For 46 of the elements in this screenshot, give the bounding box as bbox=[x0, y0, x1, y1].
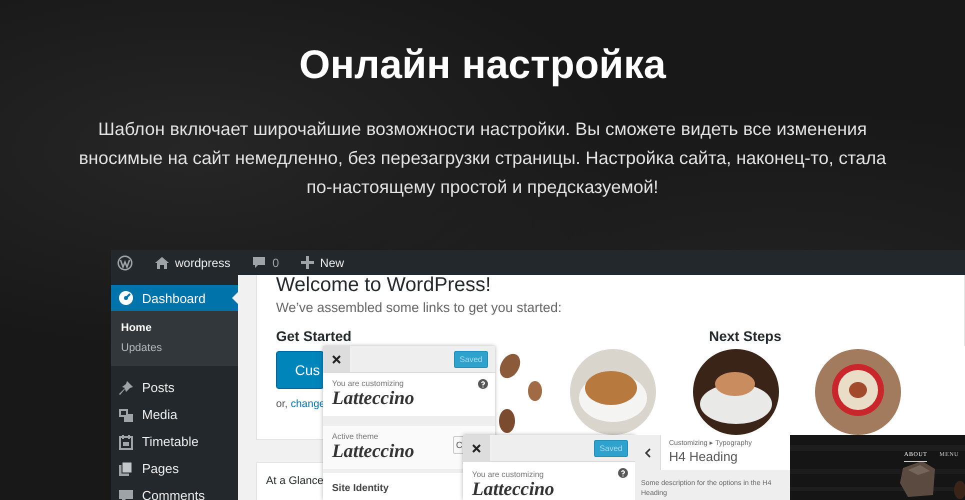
pages-icon bbox=[118, 460, 134, 476]
change-theme-button[interactable]: C bbox=[453, 436, 463, 454]
logo-icon bbox=[117, 254, 133, 270]
new-link[interactable]: New bbox=[320, 256, 344, 270]
close-icon bbox=[472, 444, 481, 452]
submenu-item[interactable]: Home bbox=[111, 318, 238, 338]
gauge-icon bbox=[118, 290, 134, 306]
plus-icon bbox=[301, 256, 314, 269]
alt-text: or, bbox=[276, 398, 288, 410]
close-icon bbox=[332, 354, 341, 364]
speech-bubble-icon bbox=[118, 488, 134, 500]
sidebar-item[interactable]: Timetable bbox=[111, 428, 238, 455]
sidebar-item[interactable]: Dashboard bbox=[111, 285, 238, 311]
comment-count[interactable]: 0 bbox=[272, 256, 280, 270]
theme-name: Latteccino bbox=[472, 479, 554, 500]
media-icon bbox=[118, 406, 134, 422]
customizing-label: You are customizing bbox=[332, 379, 404, 388]
theme-name: Latteccino bbox=[332, 441, 414, 463]
welcome-title: Welcome to WordPress! bbox=[276, 275, 492, 295]
widget-title: At a Glance bbox=[266, 475, 324, 487]
sidebar-item[interactable]: Comments bbox=[111, 482, 238, 500]
close-button[interactable] bbox=[323, 346, 350, 372]
speech-bubble-icon bbox=[252, 256, 266, 269]
section-item[interactable]: Site Identity bbox=[323, 473, 463, 500]
pin-icon bbox=[118, 380, 134, 396]
theme-name: Latteccino bbox=[332, 388, 414, 410]
active-theme-label: Active theme bbox=[332, 432, 378, 441]
intro-paragraph: Шаблон включает широчайшие возможности настройки. Вы сможете видеть все изменения вносимые на сайт немедленно, без перезагрузки страницы. Настройка сайта, наконец-то, стала по-настоящему простой и предсказуемой! bbox=[78, 118, 888, 199]
site-link[interactable]: wordpress bbox=[175, 256, 230, 270]
welcome-subtitle: We’ve assembled some links to get you started: bbox=[276, 299, 563, 317]
customize-button[interactable]: Cus bbox=[276, 351, 324, 389]
help-icon bbox=[618, 468, 628, 478]
customizing-label: You are customizing bbox=[472, 470, 544, 479]
calendar-icon bbox=[118, 434, 134, 450]
sidebar-item[interactable]: Pages bbox=[111, 455, 238, 482]
close-button[interactable] bbox=[463, 435, 490, 461]
submenu-item[interactable]: Updates bbox=[111, 338, 238, 358]
home-icon bbox=[155, 256, 169, 270]
section-heading: Next Steps bbox=[708, 327, 782, 345]
sidebar-item[interactable]: Posts bbox=[111, 374, 238, 401]
page-heading: Онлайн настройка bbox=[299, 42, 666, 88]
panel-title: H4 Heading bbox=[669, 449, 739, 464]
help-icon bbox=[478, 379, 488, 389]
section-heading: Get Started bbox=[276, 327, 352, 345]
sidebar-item[interactable]: Media bbox=[111, 401, 238, 428]
chevron-left-icon bbox=[644, 448, 650, 458]
